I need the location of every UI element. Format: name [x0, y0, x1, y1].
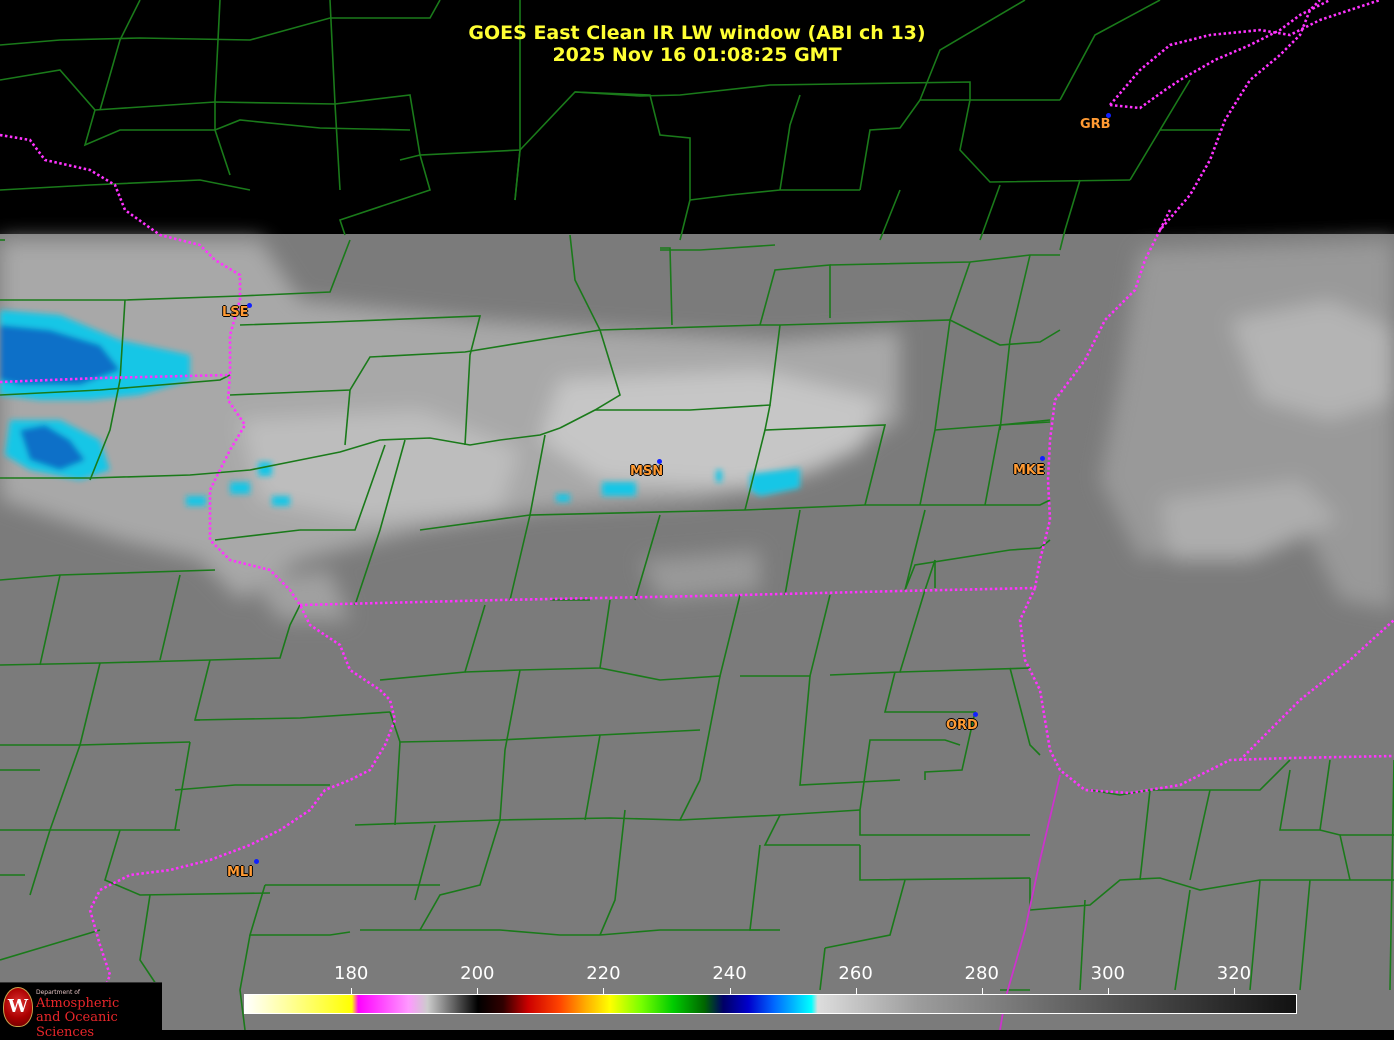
logo-line1: Atmospheric: [36, 996, 120, 1011]
title-line1: GOES East Clean IR LW window (ABI ch 13): [468, 22, 926, 44]
colorbar-tick-label: 240: [712, 963, 747, 984]
city-dot: [973, 712, 978, 717]
colorbar-tick-label: 260: [838, 963, 873, 984]
city-grb: GRB: [1080, 118, 1111, 132]
city-dot: [657, 459, 662, 464]
city-msn: MSN: [630, 465, 663, 479]
city-dot: [254, 859, 259, 864]
city-label: LSE: [222, 305, 249, 320]
logo-dept-label: Department of: [36, 989, 80, 996]
city-label: MLI: [227, 865, 254, 880]
city-dot: [247, 303, 252, 308]
colorbar-tick-label: 220: [586, 963, 621, 984]
uw-seal-icon: W: [3, 987, 33, 1027]
satellite-map: [0, 0, 1394, 1030]
colorbar-tick-label: 280: [964, 963, 999, 984]
colorbar: [244, 994, 1297, 1014]
colorbar-tick-label: 320: [1216, 963, 1252, 984]
logo-line2: and Oceanic Sciences: [36, 1010, 118, 1040]
city-label: MSN: [630, 464, 664, 479]
city-lse: LSE: [222, 306, 249, 320]
city-label: MKE: [1013, 463, 1045, 478]
colorbar-tick-label: 180: [334, 963, 369, 984]
city-label: GRB: [1080, 117, 1111, 132]
city-label: ORD: [946, 718, 978, 733]
city-mli: MLI: [227, 866, 253, 880]
city-dot: [1106, 113, 1111, 118]
title-line2: 2025 Nov 16 01:08:25 GMT: [552, 44, 842, 66]
colorbar-tick-label: 300: [1090, 963, 1126, 984]
colorbar-tick-label: 200: [460, 963, 495, 984]
city-mke: MKE: [1013, 464, 1045, 478]
aos-logo: W Department of Atmospheric and Oceanic …: [0, 982, 162, 1040]
city-dot: [1040, 456, 1045, 461]
city-ord: ORD: [946, 719, 978, 733]
